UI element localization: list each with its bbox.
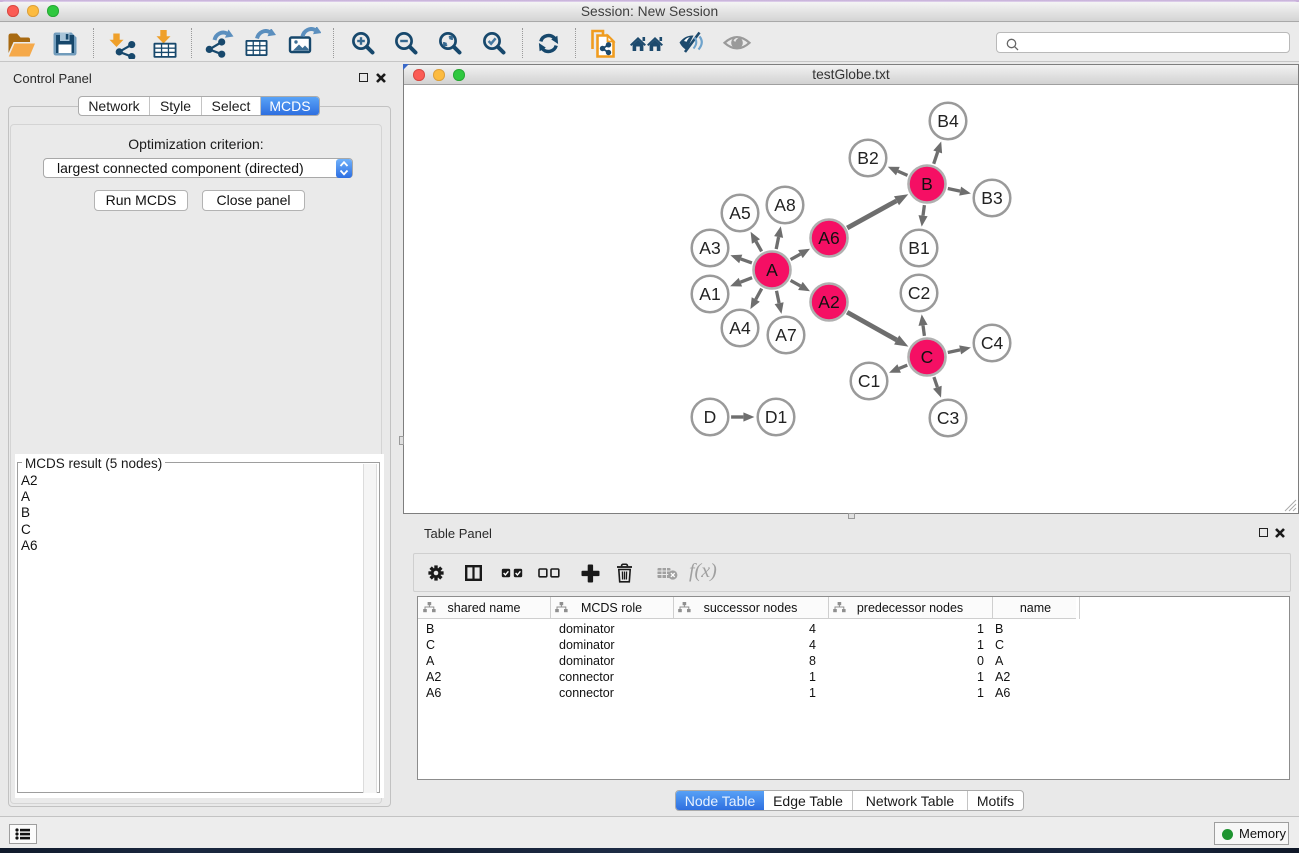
svg-text:D: D — [704, 407, 717, 427]
svg-text:D1: D1 — [765, 407, 787, 427]
svg-text:A3: A3 — [699, 238, 720, 258]
svg-text:A1: A1 — [699, 284, 720, 304]
svg-text:C2: C2 — [908, 283, 930, 303]
svg-text:B4: B4 — [937, 111, 959, 131]
svg-text:A: A — [766, 260, 778, 280]
svg-text:C4: C4 — [981, 333, 1004, 353]
svg-text:A5: A5 — [729, 203, 750, 223]
svg-text:B2: B2 — [857, 148, 878, 168]
svg-text:C3: C3 — [937, 408, 959, 428]
svg-text:A4: A4 — [729, 318, 751, 338]
svg-text:A8: A8 — [774, 195, 795, 215]
svg-text:A6: A6 — [818, 228, 839, 248]
svg-text:C1: C1 — [858, 371, 880, 391]
svg-text:C: C — [921, 347, 934, 367]
svg-text:A7: A7 — [775, 325, 796, 345]
svg-text:B3: B3 — [981, 188, 1002, 208]
svg-text:B: B — [921, 174, 933, 194]
svg-text:A2: A2 — [818, 292, 839, 312]
svg-text:B1: B1 — [908, 238, 929, 258]
